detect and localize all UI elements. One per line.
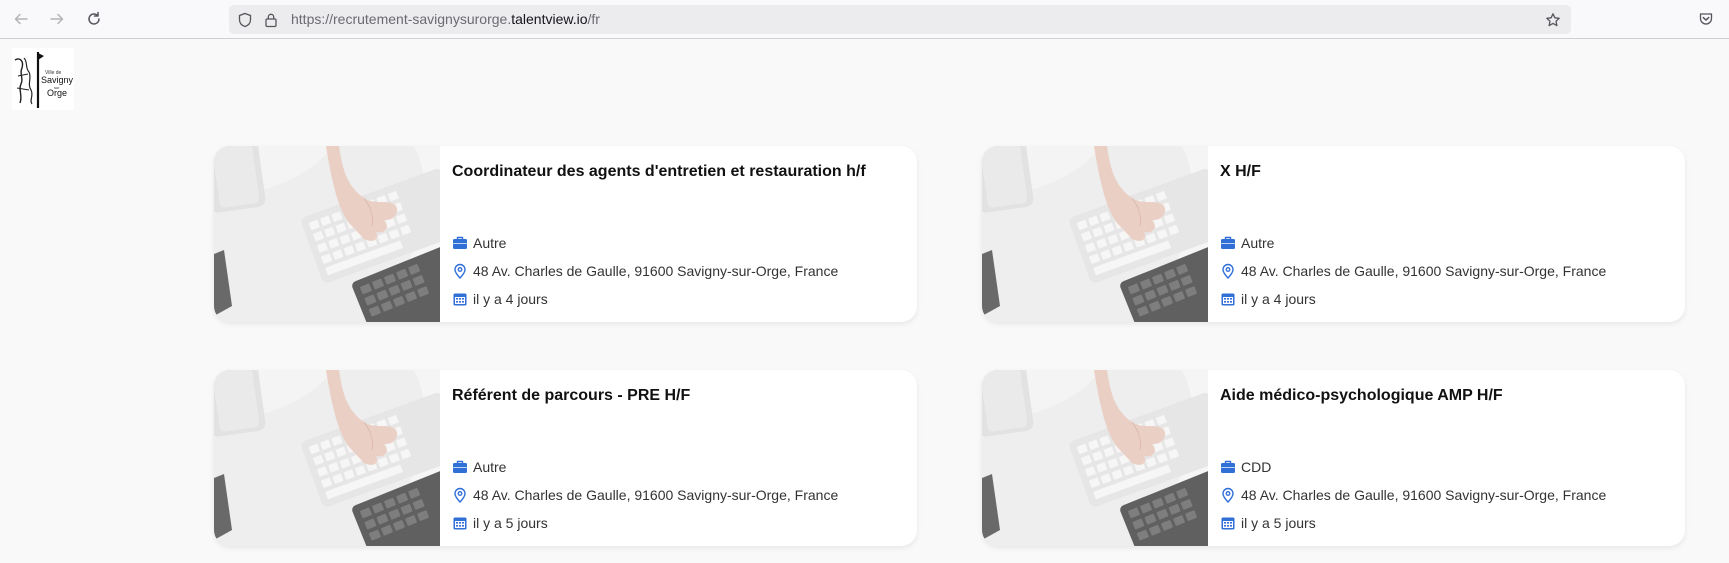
briefcase-icon <box>1221 460 1235 473</box>
map-pin-icon <box>1222 487 1234 503</box>
briefcase-icon <box>453 236 467 249</box>
job-card[interactable]: Aide médico-psychologique AMP H/F CDD 48… <box>982 370 1685 546</box>
url-domain: talentview.io <box>511 11 588 27</box>
job-thumbnail <box>214 370 440 546</box>
job-posted: il y a 4 jours <box>452 291 548 307</box>
back-button[interactable] <box>6 6 36 32</box>
arrow-left-icon <box>14 13 28 25</box>
briefcase-icon <box>1221 236 1235 249</box>
job-location-text: 48 Av. Charles de Gaulle, 91600 Savigny-… <box>473 263 839 279</box>
job-contract-text: Autre <box>473 235 507 251</box>
arrow-right-icon <box>50 13 64 25</box>
job-posted-text: il y a 5 jours <box>1241 515 1316 531</box>
calendar-icon <box>453 293 467 306</box>
address-bar[interactable]: https://recrutement-savignysurorge.talen… <box>229 5 1571 34</box>
job-card[interactable]: Référent de parcours - PRE H/F Autre 48 … <box>214 370 917 546</box>
star-icon[interactable] <box>1545 12 1561 28</box>
url-suffix: /fr <box>587 11 600 27</box>
calendar-icon <box>453 517 467 530</box>
job-location: 48 Av. Charles de Gaulle, 91600 Savigny-… <box>1220 263 1606 279</box>
logo-text-line2: Savigny <box>41 75 74 85</box>
job-contract: Autre <box>452 235 506 251</box>
url-text[interactable]: https://recrutement-savignysurorge.talen… <box>291 11 600 28</box>
job-title[interactable]: Aide médico-psychologique AMP H/F <box>1220 387 1503 405</box>
job-posted-text: il y a 4 jours <box>473 291 548 307</box>
job-thumbnail <box>982 146 1208 322</box>
job-contract-text: Autre <box>1241 235 1275 251</box>
job-contract-text: CDD <box>1241 459 1272 475</box>
job-posted: il y a 5 jours <box>452 515 548 531</box>
job-location: 48 Av. Charles de Gaulle, 91600 Savigny-… <box>452 263 838 279</box>
site-logo[interactable]: Ville de Savigny sur Orge <box>12 48 74 110</box>
job-location: 48 Av. Charles de Gaulle, 91600 Savigny-… <box>1220 487 1606 503</box>
job-location-text: 48 Av. Charles de Gaulle, 91600 Savigny-… <box>473 487 839 503</box>
job-title[interactable]: Coordinateur des agents d'entretien et r… <box>452 163 866 181</box>
url-prefix: https://recrutement-savignysurorge. <box>291 11 512 27</box>
city-logo-image: Ville de Savigny sur Orge <box>14 52 74 108</box>
job-contract: Autre <box>1220 235 1274 251</box>
reload-icon <box>88 11 100 25</box>
logo-text-line4: Orge <box>47 88 67 98</box>
forward-button[interactable] <box>42 6 72 32</box>
map-pin-icon <box>454 487 466 503</box>
job-title[interactable]: X H/F <box>1220 163 1261 181</box>
browser-toolbar: https://recrutement-savignysurorge.talen… <box>0 0 1729 39</box>
job-title[interactable]: Référent de parcours - PRE H/F <box>452 387 690 405</box>
job-location-text: 48 Av. Charles de Gaulle, 91600 Savigny-… <box>1241 263 1607 279</box>
job-posted-text: il y a 5 jours <box>473 515 548 531</box>
job-card[interactable]: X H/F Autre 48 Av. Charles de Gaulle, 91… <box>982 146 1685 322</box>
shield-icon[interactable] <box>237 12 253 28</box>
job-thumbnail <box>214 146 440 322</box>
job-location: 48 Av. Charles de Gaulle, 91600 Savigny-… <box>452 487 838 503</box>
job-contract-text: Autre <box>473 459 507 475</box>
job-posted: il y a 5 jours <box>1220 515 1316 531</box>
map-pin-icon <box>1222 263 1234 279</box>
calendar-icon <box>1221 293 1235 306</box>
lock-icon[interactable] <box>263 12 279 28</box>
briefcase-icon <box>453 460 467 473</box>
job-card[interactable]: Coordinateur des agents d'entretien et r… <box>214 146 917 322</box>
job-posted-text: il y a 4 jours <box>1241 291 1316 307</box>
calendar-icon <box>1221 517 1235 530</box>
job-posted: il y a 4 jours <box>1220 291 1316 307</box>
job-location-text: 48 Av. Charles de Gaulle, 91600 Savigny-… <box>1241 487 1607 503</box>
job-contract: CDD <box>1220 459 1271 475</box>
job-thumbnail <box>982 370 1208 546</box>
map-pin-icon <box>454 263 466 279</box>
pocket-icon <box>1699 13 1713 25</box>
pocket-button[interactable] <box>1691 6 1721 32</box>
job-contract: Autre <box>452 459 506 475</box>
reload-button[interactable] <box>79 6 109 32</box>
